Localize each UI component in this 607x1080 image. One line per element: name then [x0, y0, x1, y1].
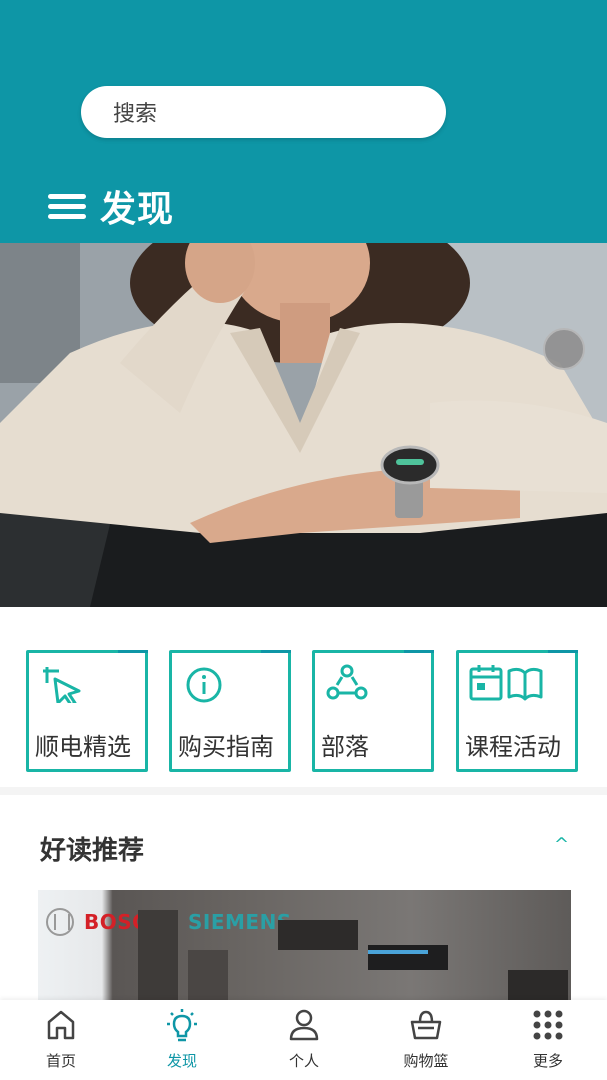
shortcut-grid: 顺电精选 购买指南 部落 课程活动: [0, 607, 607, 787]
shortcut-label: 购买指南: [178, 733, 274, 761]
calendar-book-icon: [469, 665, 543, 701]
cursor-click-icon: [43, 667, 81, 703]
shortcut-buying-guide[interactable]: 购买指南: [169, 650, 291, 772]
tab-label: 个人: [288, 1052, 319, 1070]
grid-icon: [533, 1010, 563, 1040]
tab-label: 发现: [166, 1052, 197, 1070]
shortcut-label: 部落: [321, 733, 369, 761]
tab-label: 购物篮: [403, 1052, 449, 1070]
shortcut-selected[interactable]: 顺电精选: [26, 650, 148, 772]
home-icon: [47, 1010, 75, 1040]
tab-discover[interactable]: 发现: [132, 1000, 232, 1080]
search-placeholder: 搜索: [113, 102, 158, 127]
menu-icon[interactable]: [48, 190, 88, 222]
kitchen-image: [138, 910, 568, 1002]
article-card[interactable]: BOSCH SIEMENS: [38, 890, 571, 1002]
shortcut-tribe[interactable]: 部落: [312, 650, 434, 772]
banner-carousel[interactable]: [0, 243, 607, 607]
community-icon: [326, 664, 368, 700]
basket-icon: [410, 1010, 442, 1040]
info-icon: [186, 667, 222, 703]
shortcut-courses[interactable]: 课程活动: [456, 650, 578, 772]
header: 搜索 发现: [0, 0, 607, 243]
collapse-chevron-icon[interactable]: ^: [554, 834, 569, 855]
tab-basket[interactable]: 购物篮: [376, 1000, 476, 1080]
section-divider: [0, 787, 607, 795]
floating-assistive-button[interactable]: [543, 328, 585, 370]
bosch-logo-icon: [46, 908, 74, 936]
tab-home[interactable]: 首页: [11, 1000, 111, 1080]
lightbulb-icon: [167, 1009, 197, 1042]
shortcut-label: 顺电精选: [35, 733, 131, 761]
tab-label: 更多: [532, 1052, 563, 1070]
tab-profile[interactable]: 个人: [254, 1000, 354, 1080]
section-title: 好读推荐: [40, 836, 145, 866]
shortcut-label: 课程活动: [465, 733, 561, 761]
title-row: 发现: [48, 178, 174, 234]
person-icon: [289, 1009, 319, 1041]
tab-more[interactable]: 更多: [498, 1000, 598, 1080]
search-input[interactable]: 搜索: [81, 86, 446, 138]
tab-label: 首页: [45, 1052, 76, 1070]
banner-image: [0, 243, 607, 607]
bottom-tab-bar: 首页 发现 个人 购物篮 更多: [0, 1000, 607, 1080]
page-title: 发现: [100, 189, 175, 230]
